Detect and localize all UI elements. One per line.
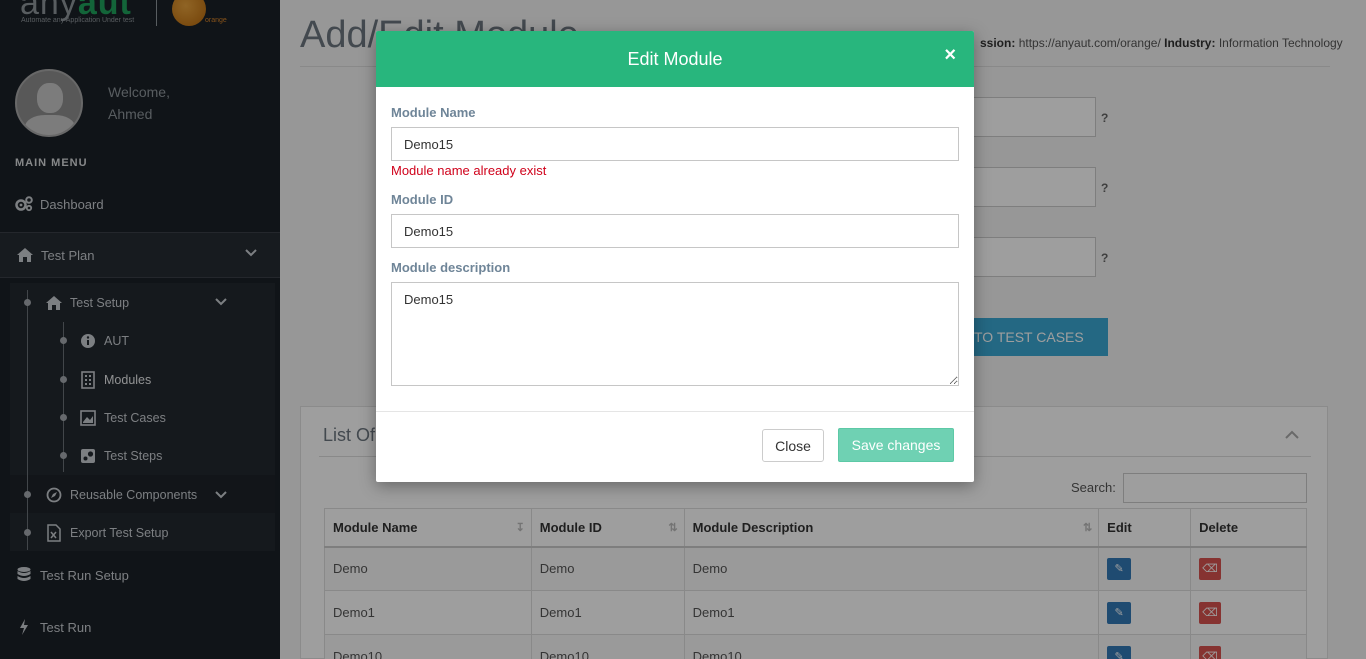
module-name-field[interactable] xyxy=(391,127,959,161)
module-description-field[interactable]: Demo15 xyxy=(391,282,959,386)
module-name-label: Module Name xyxy=(391,105,476,120)
module-description-label: Module description xyxy=(391,260,511,275)
save-changes-button[interactable]: Save changes xyxy=(838,428,954,462)
error-message: Module name already exist xyxy=(391,163,547,178)
module-id-field[interactable] xyxy=(391,214,959,248)
dialog-header: Edit Module × xyxy=(376,31,974,87)
edit-module-dialog: Edit Module × Module Name Module name al… xyxy=(376,31,974,482)
footer-divider xyxy=(376,411,974,412)
module-id-label: Module ID xyxy=(391,192,454,207)
close-button[interactable]: Close xyxy=(762,429,824,462)
close-icon[interactable]: × xyxy=(944,44,956,67)
dialog-title: Edit Module xyxy=(627,49,723,69)
